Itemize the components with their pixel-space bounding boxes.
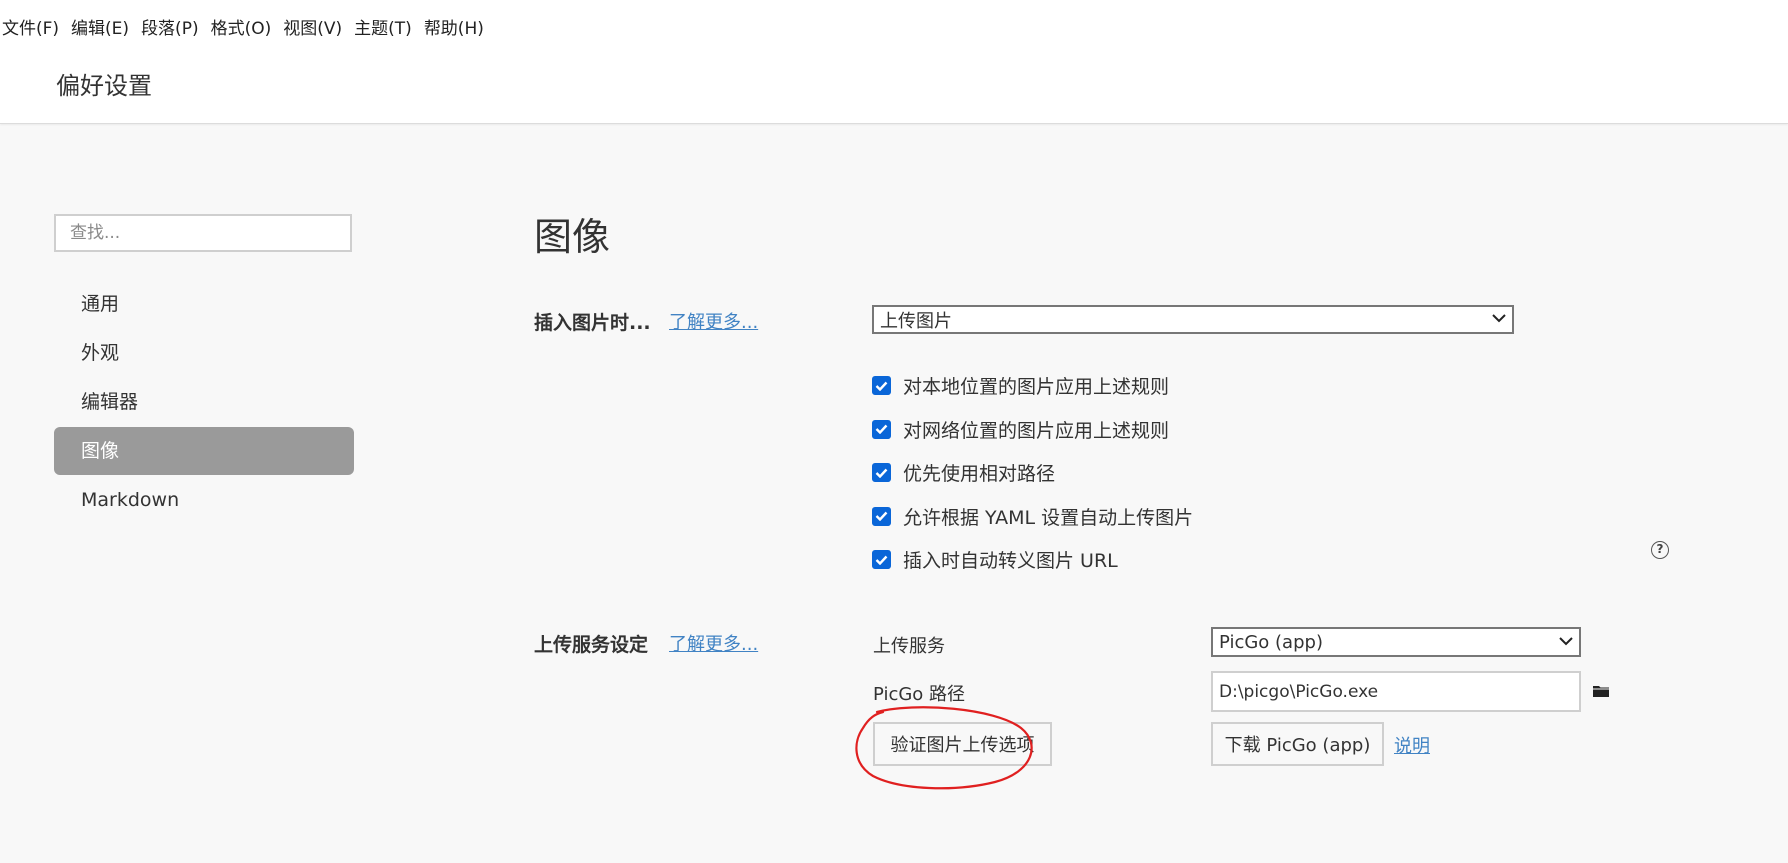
checkbox-row[interactable]: 对本地位置的图片应用上述规则 — [872, 364, 1193, 408]
checkbox-checked-icon[interactable] — [872, 506, 891, 526]
upload-service-label: 上传服务 — [873, 636, 945, 657]
sidebar-item-image[interactable]: 图像 — [54, 427, 354, 475]
menu-help[interactable]: 帮助(H) — [420, 14, 492, 39]
chevron-down-icon — [1486, 312, 1512, 327]
upload-settings-label: 上传服务设定 — [534, 634, 649, 656]
window-header: 文件(F) 编辑(E) 段落(P) 格式(O) 视图(V) 主题(T) 帮助(H… — [0, 0, 1788, 124]
menu-bar: 文件(F) 编辑(E) 段落(P) 格式(O) 视图(V) 主题(T) 帮助(H… — [0, 14, 492, 39]
explain-link[interactable]: 说明 — [1394, 732, 1430, 758]
checkbox-row[interactable]: 对网络位置的图片应用上述规则 — [872, 408, 1193, 452]
checkbox-label: 优先使用相对路径 — [903, 463, 1056, 486]
upload-service-value: PicGo (app) — [1219, 631, 1323, 653]
checkbox-row[interactable]: 优先使用相对路径 — [872, 451, 1193, 495]
chevron-down-icon — [1553, 635, 1579, 650]
checkbox-label: 对网络位置的图片应用上述规则 — [903, 419, 1170, 442]
picgo-path-input[interactable] — [1211, 671, 1581, 712]
folder-icon[interactable] — [1592, 684, 1610, 698]
insert-action-value: 上传图片 — [880, 310, 952, 332]
picgo-path-label: PicGo 路径 — [873, 684, 966, 705]
checkbox-checked-icon[interactable] — [872, 419, 891, 439]
sidebar-nav: 通用 外观 编辑器 图像 Markdown — [54, 280, 354, 525]
checkbox-row[interactable]: 插入时自动转义图片 URL — [872, 538, 1193, 582]
page-title: 图像 — [534, 215, 611, 259]
menu-format[interactable]: 格式(O) — [207, 14, 280, 39]
upload-learn-more-link[interactable]: 了解更多... — [669, 630, 758, 656]
menu-theme[interactable]: 主题(T) — [350, 14, 420, 39]
window-title: 偏好设置 — [56, 72, 152, 100]
menu-edit[interactable]: 编辑(E) — [67, 14, 137, 39]
upload-service-select[interactable]: PicGo (app) — [1211, 627, 1581, 657]
insert-image-label: 插入图片时... — [534, 312, 651, 334]
insert-action-select[interactable]: 上传图片 — [872, 305, 1514, 334]
checkbox-label: 插入时自动转义图片 URL — [903, 550, 1118, 573]
sidebar-item-editor[interactable]: 编辑器 — [54, 378, 354, 426]
checkbox-checked-icon[interactable] — [872, 376, 891, 396]
insert-learn-more-link[interactable]: 了解更多... — [669, 308, 758, 334]
question-circle-icon[interactable]: ? — [1651, 541, 1669, 559]
checkbox-label: 对本地位置的图片应用上述规则 — [903, 376, 1170, 399]
sidebar-item-appearance[interactable]: 外观 — [54, 329, 354, 377]
insert-options: 对本地位置的图片应用上述规则 对网络位置的图片应用上述规则 优先使用相对路径 允… — [872, 364, 1193, 582]
sidebar-item-markdown[interactable]: Markdown — [54, 476, 354, 524]
download-picgo-button[interactable]: 下载 PicGo (app) — [1211, 722, 1384, 766]
checkbox-row[interactable]: 允许根据 YAML 设置自动上传图片 — [872, 495, 1193, 539]
menu-file[interactable]: 文件(F) — [0, 14, 67, 39]
verify-upload-button[interactable]: 验证图片上传选项 — [873, 722, 1052, 766]
search-input[interactable] — [54, 214, 352, 252]
menu-paragraph[interactable]: 段落(P) — [137, 14, 207, 39]
checkbox-checked-icon[interactable] — [872, 463, 891, 483]
sidebar-item-general[interactable]: 通用 — [54, 280, 354, 328]
menu-view[interactable]: 视图(V) — [279, 14, 350, 39]
checkbox-checked-icon[interactable] — [872, 550, 891, 570]
checkbox-label: 允许根据 YAML 设置自动上传图片 — [903, 506, 1194, 529]
